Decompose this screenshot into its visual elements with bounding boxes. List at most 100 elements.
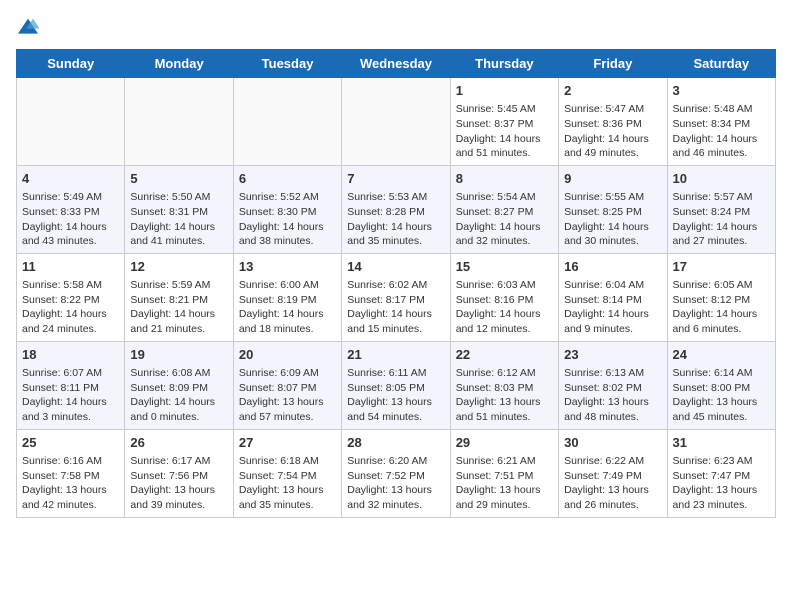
calendar-cell: 9Sunrise: 5:55 AMSunset: 8:25 PMDaylight… (559, 165, 667, 253)
day-info: Sunrise: 6:07 AM (22, 366, 119, 381)
day-number: 7 (347, 170, 444, 188)
day-info: Daylight: 13 hours (239, 395, 336, 410)
day-info: Sunrise: 5:53 AM (347, 190, 444, 205)
day-info: Sunset: 8:30 PM (239, 205, 336, 220)
day-number: 18 (22, 346, 119, 364)
day-info: Sunrise: 5:57 AM (673, 190, 770, 205)
calendar-cell (342, 78, 450, 166)
day-info: Sunset: 8:03 PM (456, 381, 553, 396)
calendar-cell: 30Sunrise: 6:22 AMSunset: 7:49 PMDayligh… (559, 429, 667, 517)
day-info: Daylight: 13 hours (564, 483, 661, 498)
day-info: Sunset: 7:47 PM (673, 469, 770, 484)
day-info: Sunset: 8:09 PM (130, 381, 227, 396)
day-info: Sunset: 8:33 PM (22, 205, 119, 220)
calendar-cell: 29Sunrise: 6:21 AMSunset: 7:51 PMDayligh… (450, 429, 558, 517)
day-info: Daylight: 14 hours (22, 307, 119, 322)
day-info: Sunrise: 5:55 AM (564, 190, 661, 205)
day-info: Sunrise: 6:08 AM (130, 366, 227, 381)
day-info: Sunset: 8:07 PM (239, 381, 336, 396)
day-info: and 39 minutes. (130, 498, 227, 513)
day-number: 24 (673, 346, 770, 364)
day-info: and 42 minutes. (22, 498, 119, 513)
day-header-wednesday: Wednesday (342, 50, 450, 78)
day-info: and 32 minutes. (347, 498, 444, 513)
week-row-3: 11Sunrise: 5:58 AMSunset: 8:22 PMDayligh… (17, 253, 776, 341)
day-info: Daylight: 14 hours (456, 220, 553, 235)
calendar-cell: 26Sunrise: 6:17 AMSunset: 7:56 PMDayligh… (125, 429, 233, 517)
week-row-4: 18Sunrise: 6:07 AMSunset: 8:11 PMDayligh… (17, 341, 776, 429)
day-info: and 51 minutes. (456, 410, 553, 425)
calendar-cell: 27Sunrise: 6:18 AMSunset: 7:54 PMDayligh… (233, 429, 341, 517)
calendar-cell: 20Sunrise: 6:09 AMSunset: 8:07 PMDayligh… (233, 341, 341, 429)
day-info: Sunrise: 6:12 AM (456, 366, 553, 381)
day-info: Sunrise: 6:21 AM (456, 454, 553, 469)
calendar-cell: 24Sunrise: 6:14 AMSunset: 8:00 PMDayligh… (667, 341, 775, 429)
day-info: and 41 minutes. (130, 234, 227, 249)
day-header-monday: Monday (125, 50, 233, 78)
day-info: Sunset: 7:58 PM (22, 469, 119, 484)
day-info: Sunrise: 5:50 AM (130, 190, 227, 205)
day-info: Sunset: 8:36 PM (564, 117, 661, 132)
day-info: Daylight: 14 hours (673, 132, 770, 147)
day-number: 8 (456, 170, 553, 188)
day-info: Sunrise: 5:58 AM (22, 278, 119, 293)
day-info: Sunset: 8:16 PM (456, 293, 553, 308)
day-info: Sunset: 8:14 PM (564, 293, 661, 308)
day-info: Daylight: 13 hours (564, 395, 661, 410)
day-info: Daylight: 13 hours (347, 395, 444, 410)
day-info: Daylight: 14 hours (564, 132, 661, 147)
day-info: Sunset: 7:54 PM (239, 469, 336, 484)
logo (16, 16, 44, 37)
day-info: and 32 minutes. (456, 234, 553, 249)
calendar-cell: 25Sunrise: 6:16 AMSunset: 7:58 PMDayligh… (17, 429, 125, 517)
day-info: Daylight: 14 hours (673, 220, 770, 235)
day-info: and 21 minutes. (130, 322, 227, 337)
day-info: and 49 minutes. (564, 146, 661, 161)
calendar-cell: 19Sunrise: 6:08 AMSunset: 8:09 PMDayligh… (125, 341, 233, 429)
day-info: Daylight: 14 hours (239, 220, 336, 235)
day-info: and 18 minutes. (239, 322, 336, 337)
day-info: Sunset: 7:52 PM (347, 469, 444, 484)
day-info: and 9 minutes. (564, 322, 661, 337)
day-info: Sunset: 8:37 PM (456, 117, 553, 132)
day-info: and 29 minutes. (456, 498, 553, 513)
day-info: and 46 minutes. (673, 146, 770, 161)
day-info: Sunrise: 6:02 AM (347, 278, 444, 293)
day-info: Daylight: 14 hours (456, 132, 553, 147)
calendar-table: SundayMondayTuesdayWednesdayThursdayFrid… (16, 49, 776, 518)
day-info: Daylight: 14 hours (22, 220, 119, 235)
week-row-2: 4Sunrise: 5:49 AMSunset: 8:33 PMDaylight… (17, 165, 776, 253)
day-header-sunday: Sunday (17, 50, 125, 78)
day-number: 23 (564, 346, 661, 364)
calendar-cell: 3Sunrise: 5:48 AMSunset: 8:34 PMDaylight… (667, 78, 775, 166)
day-info: Sunset: 8:00 PM (673, 381, 770, 396)
day-header-friday: Friday (559, 50, 667, 78)
day-info: Daylight: 13 hours (347, 483, 444, 498)
day-number: 13 (239, 258, 336, 276)
day-info: Sunrise: 6:17 AM (130, 454, 227, 469)
calendar-cell (125, 78, 233, 166)
calendar-cell (17, 78, 125, 166)
day-number: 31 (673, 434, 770, 452)
day-info: Sunrise: 6:18 AM (239, 454, 336, 469)
day-info: Sunrise: 6:11 AM (347, 366, 444, 381)
day-info: Sunrise: 6:13 AM (564, 366, 661, 381)
day-number: 2 (564, 82, 661, 100)
day-number: 16 (564, 258, 661, 276)
calendar-cell: 14Sunrise: 6:02 AMSunset: 8:17 PMDayligh… (342, 253, 450, 341)
calendar-cell: 7Sunrise: 5:53 AMSunset: 8:28 PMDaylight… (342, 165, 450, 253)
day-info: Daylight: 13 hours (22, 483, 119, 498)
day-info: Daylight: 13 hours (673, 395, 770, 410)
day-info: Daylight: 13 hours (456, 483, 553, 498)
day-info: Sunrise: 6:20 AM (347, 454, 444, 469)
calendar-cell: 4Sunrise: 5:49 AMSunset: 8:33 PMDaylight… (17, 165, 125, 253)
calendar-cell: 28Sunrise: 6:20 AMSunset: 7:52 PMDayligh… (342, 429, 450, 517)
day-info: Daylight: 14 hours (564, 307, 661, 322)
day-info: and 3 minutes. (22, 410, 119, 425)
day-number: 4 (22, 170, 119, 188)
day-info: Daylight: 14 hours (130, 395, 227, 410)
calendar-cell: 21Sunrise: 6:11 AMSunset: 8:05 PMDayligh… (342, 341, 450, 429)
day-info: Sunrise: 6:22 AM (564, 454, 661, 469)
day-info: Sunrise: 5:48 AM (673, 102, 770, 117)
calendar-cell: 12Sunrise: 5:59 AMSunset: 8:21 PMDayligh… (125, 253, 233, 341)
